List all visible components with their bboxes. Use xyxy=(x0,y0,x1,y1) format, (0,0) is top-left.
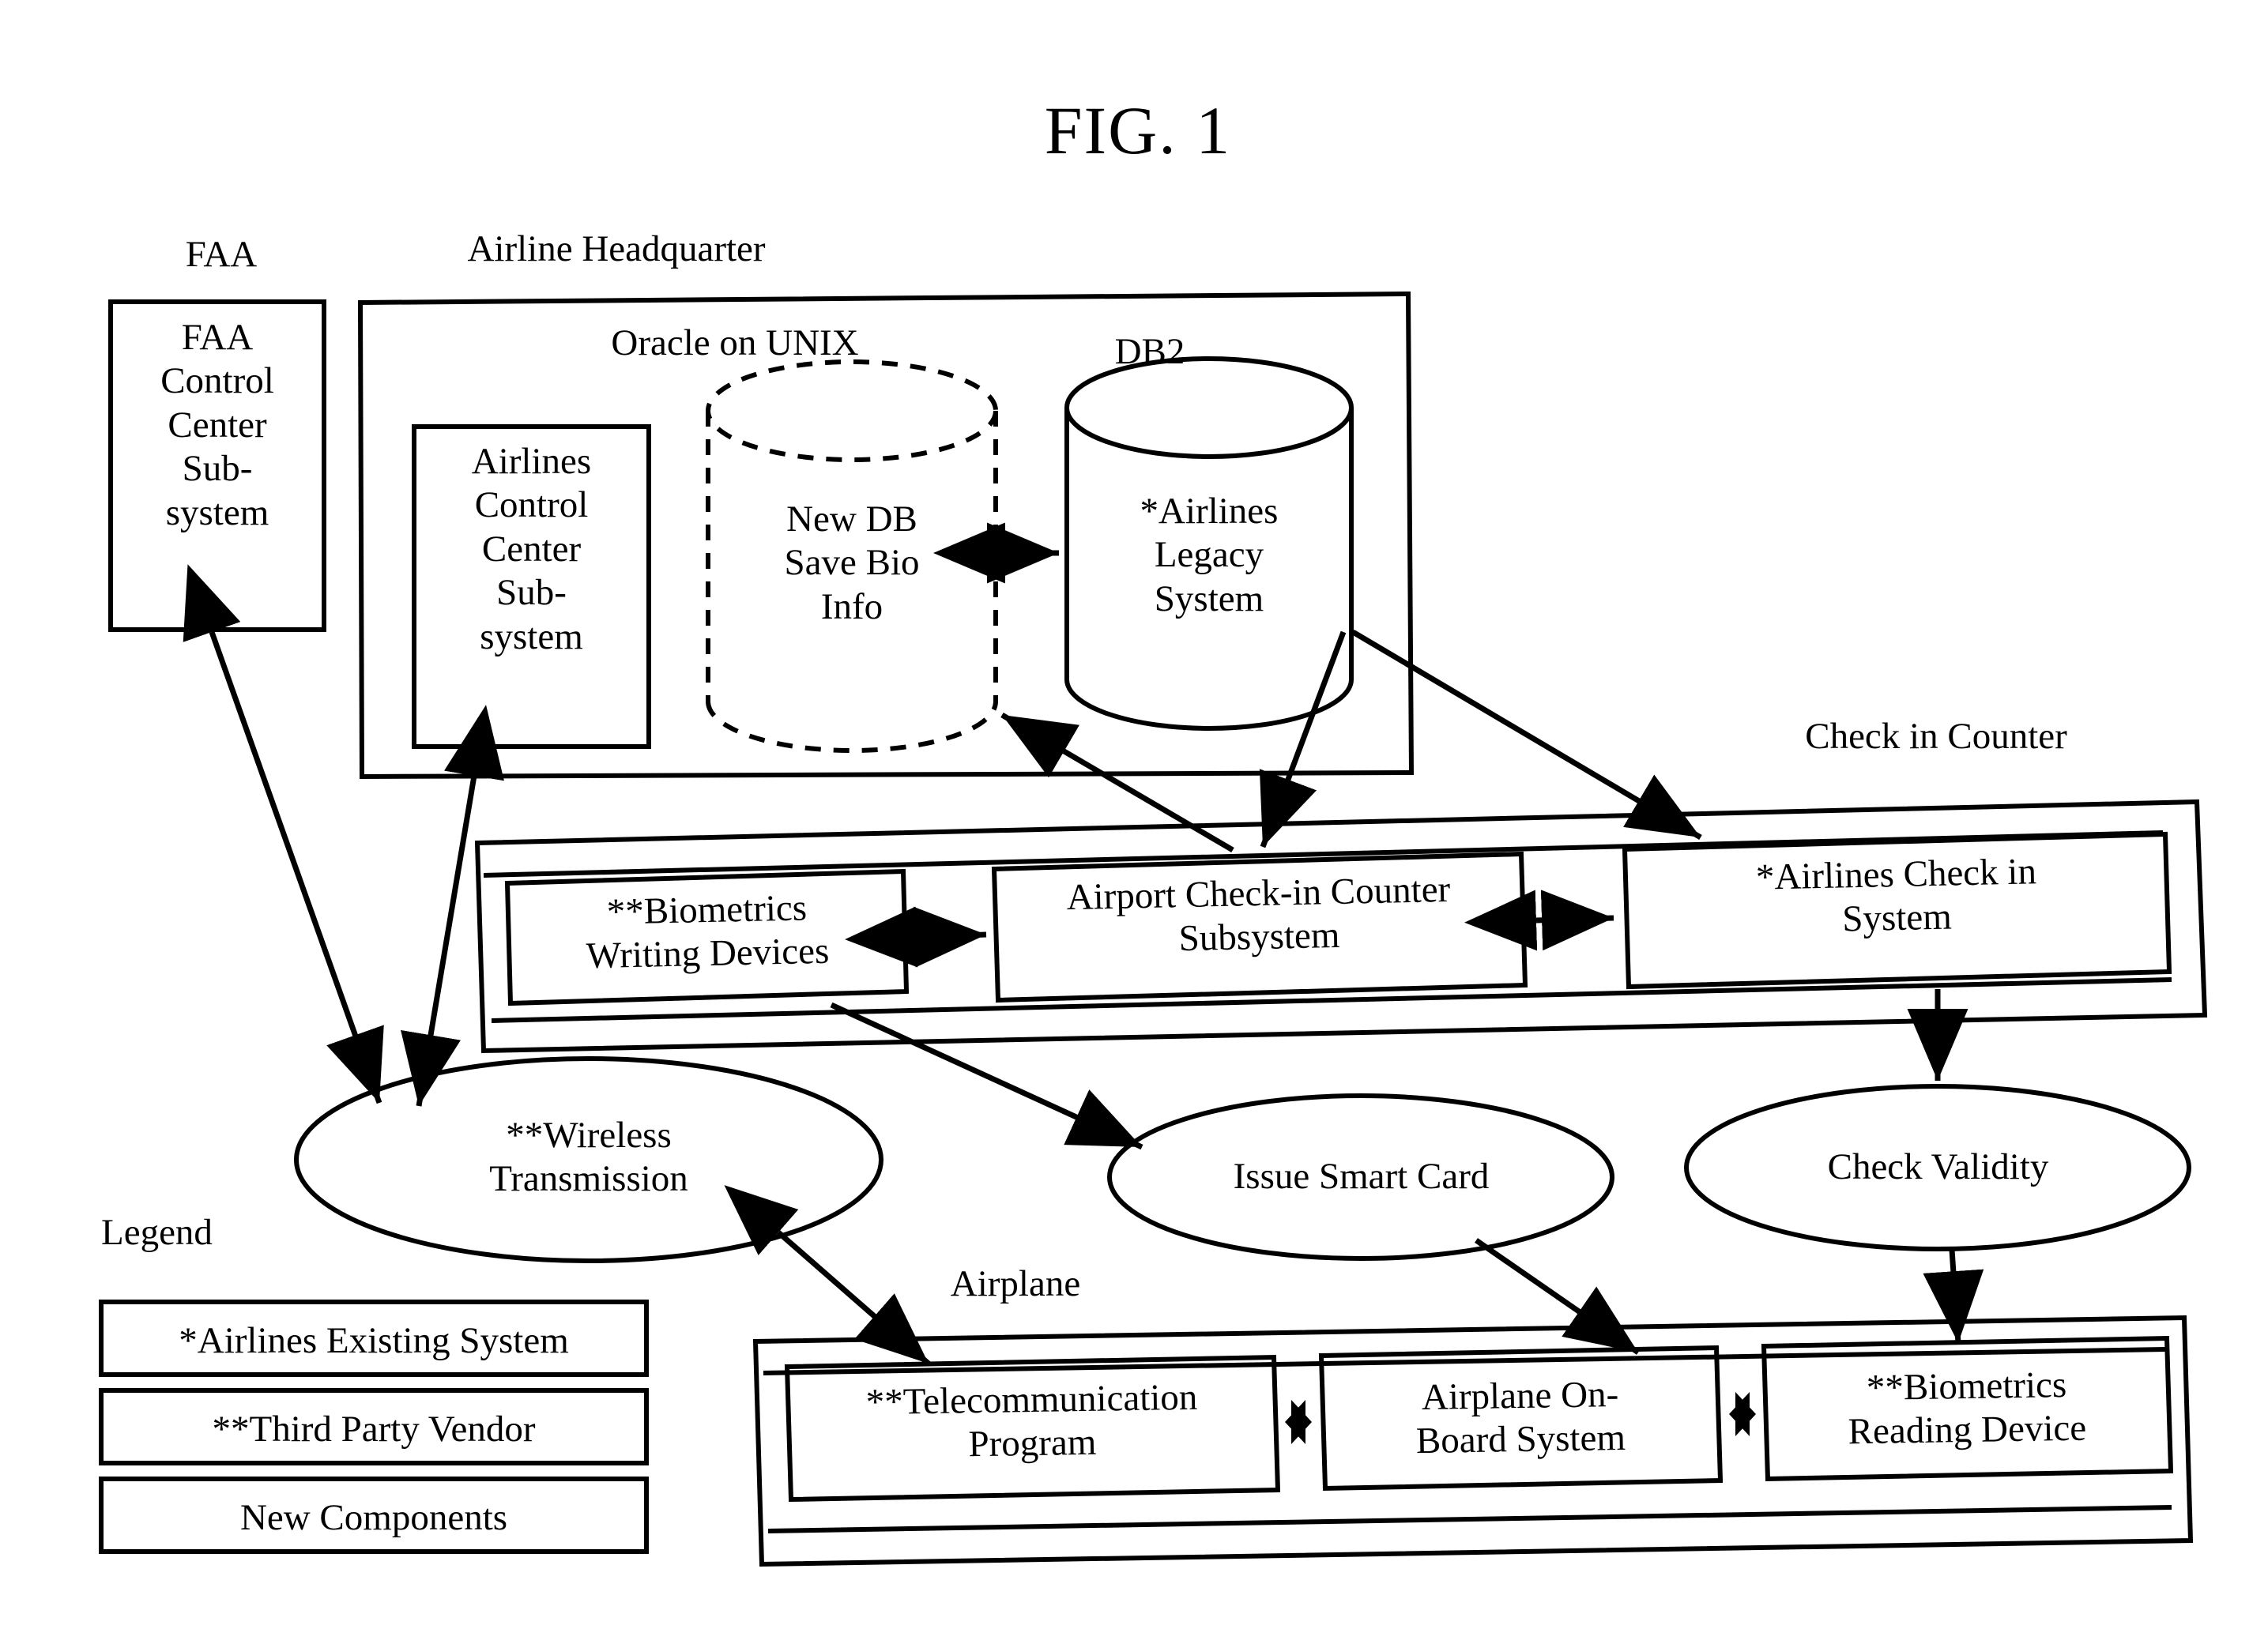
node-airlines-check-in-system[interactable]: *Airlines Check in System xyxy=(1627,848,2166,946)
node-airplane-onboard-system[interactable]: Airplane On- Board System xyxy=(1324,1371,1717,1465)
group-label-oracle-on-unix: Oracle on UNIX xyxy=(611,322,859,363)
node-airlines-legacy-system[interactable]: *Airlines Legacy System xyxy=(1067,490,1351,621)
node-issue-smart-card[interactable]: Issue Smart Card xyxy=(1146,1155,1577,1198)
arrow-legacy-to-airport-checkin xyxy=(1259,630,1347,848)
group-label-airline-headquarter: Airline Headquarter xyxy=(467,228,766,269)
group-label-check-in-counter: Check in Counter xyxy=(1805,716,2067,757)
legend-item-third-party-vendor: **Third Party Vendor xyxy=(212,1409,536,1450)
arrow-legacy-to-airlines-checkin xyxy=(1351,629,1702,841)
figure-canvas: Airlines Legacy System --> Wireless Tran… xyxy=(0,0,2268,1644)
node-airlines-control-center[interactable]: Airlines Control Center Sub- system xyxy=(414,440,649,659)
group-label-faa: FAA xyxy=(185,234,258,275)
arrow-faa-wireless xyxy=(183,564,384,1104)
legend-item-airlines-existing-system: *Airlines Existing System xyxy=(179,1320,569,1361)
node-check-validity[interactable]: Check Validity xyxy=(1723,1146,2153,1189)
group-label-airplane: Airplane xyxy=(950,1263,1081,1304)
node-telecommunication-program[interactable]: **Telecommunication Program xyxy=(789,1375,1275,1470)
arrow-validity-to-biometrics-reading xyxy=(1923,1249,1984,1344)
node-airport-checkin-subsystem[interactable]: Airport Check-in Counter Subsystem xyxy=(996,867,1521,965)
legend-item-new-components: New Components xyxy=(239,1497,508,1538)
node-wireless-transmission[interactable]: **Wireless Transmission xyxy=(371,1114,806,1202)
group-label-db2: DB2 xyxy=(1114,331,1185,372)
arrow-smartcard-to-onboard xyxy=(1475,1238,1640,1355)
group-label-legend: Legend xyxy=(101,1212,213,1253)
arrow-biometrics-airport xyxy=(845,906,987,968)
airplane-container-inner-band-2 xyxy=(767,1505,2172,1533)
node-new-db[interactable]: New DB Save Bio Info xyxy=(708,498,996,629)
node-faa-control-center[interactable]: FAA Control Center Sub- system xyxy=(111,316,324,535)
arrow-acc-wireless xyxy=(401,705,504,1107)
figure-title: FIG. 1 xyxy=(1044,92,1232,168)
arrow-airport-airlinescheckin xyxy=(1464,890,1614,951)
node-biometrics-writing-devices[interactable]: **Biometrics Writing Devices xyxy=(511,885,903,980)
arrow-biometrics-to-smartcard xyxy=(830,1002,1143,1150)
check-in-counter-inner-band-2 xyxy=(491,977,2172,1023)
node-biometrics-reading-device[interactable]: **Biometrics Reading Device xyxy=(1766,1362,2168,1456)
